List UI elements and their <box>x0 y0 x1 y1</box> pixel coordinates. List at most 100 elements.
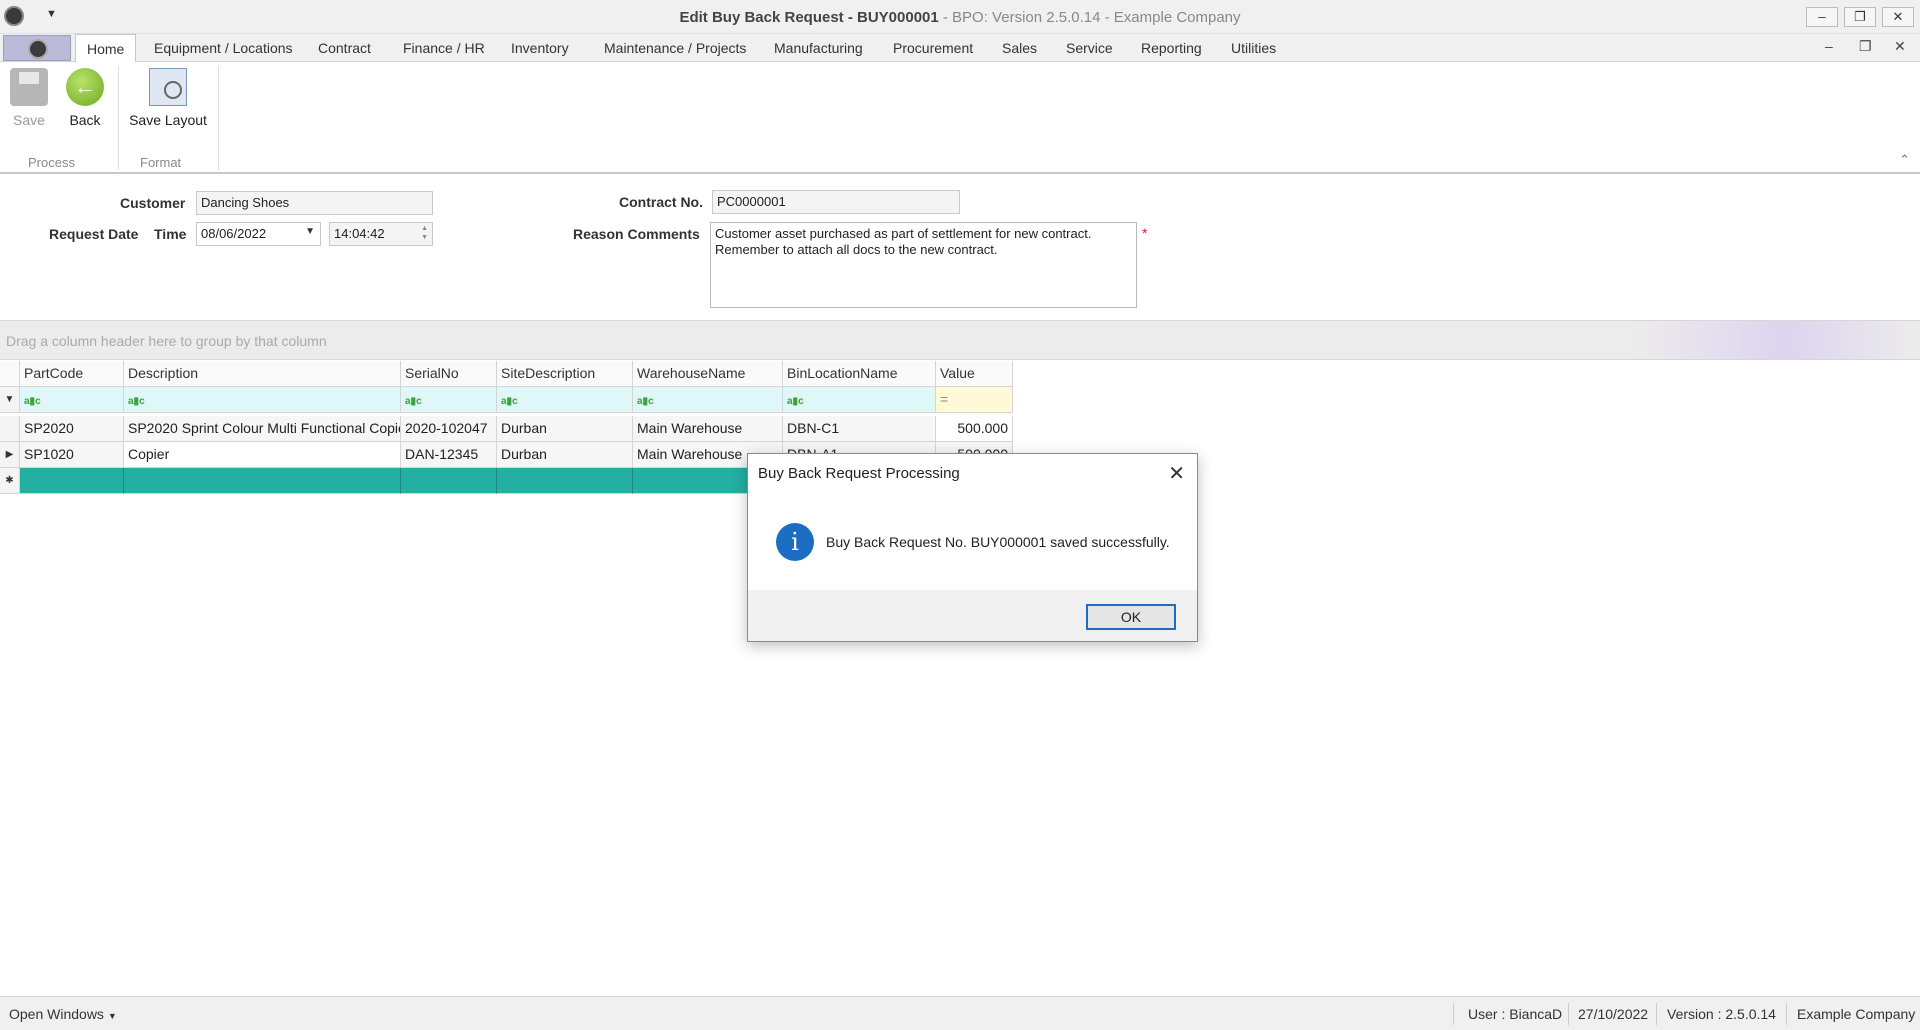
message-dialog: Buy Back Request Processing ✕ i Buy Back… <box>747 453 1198 642</box>
open-windows-label: Open Windows <box>9 1006 104 1022</box>
back-arrow-icon: ← <box>66 68 104 106</box>
chevron-down-icon[interactable]: ▼ <box>305 226 315 237</box>
time-label: Time <box>154 226 187 242</box>
cell-binlocationname[interactable]: DBN-C1 <box>783 416 936 442</box>
group-divider <box>118 66 119 170</box>
tab-procurement[interactable]: Procurement <box>893 40 973 56</box>
mdi-restore-button[interactable]: ❐ <box>1859 38 1872 55</box>
status-divider <box>1656 1003 1657 1025</box>
group-label-format: Format <box>140 155 182 170</box>
app-logo-icon <box>28 39 48 59</box>
ok-button[interactable]: OK <box>1086 604 1176 630</box>
focused-row-indicator: ▶ <box>0 442 20 468</box>
text-filter-icon: a▮c <box>501 396 518 407</box>
tab-equipment-locations[interactable]: Equipment / Locations <box>154 40 293 56</box>
text-filter-icon: a▮c <box>405 396 422 407</box>
status-date: 27/10/2022 <box>1578 1006 1649 1022</box>
tab-reporting[interactable]: Reporting <box>1141 40 1202 56</box>
save-button[interactable]: Save <box>8 68 50 128</box>
cell-sitedescription[interactable]: Durban <box>497 416 633 442</box>
grid-group-panel[interactable]: Drag a column header here to group by th… <box>0 320 1920 360</box>
tab-maintenance-projects[interactable]: Maintenance / Projects <box>604 40 746 56</box>
cell-description[interactable]: Copier <box>124 442 401 468</box>
tab-service[interactable]: Service <box>1066 40 1113 56</box>
dialog-title: Buy Back Request Processing <box>758 465 960 482</box>
column-header-serialno[interactable]: SerialNo <box>401 361 497 387</box>
tab-finance-hr[interactable]: Finance / HR <box>403 40 485 56</box>
ribbon: Save ← Back Process Save Layout Format ⌃ <box>0 62 1920 174</box>
cell-sitedescription[interactable]: Durban <box>497 442 633 468</box>
window-title: Edit Buy Back Request - BUY000001 - BPO:… <box>679 9 1241 26</box>
column-header-binlocationname[interactable]: BinLocationName <box>783 361 936 387</box>
close-icon[interactable]: ✕ <box>1168 461 1185 486</box>
filter-icon: ▼ <box>0 387 20 413</box>
group-label-process: Process <box>28 155 75 170</box>
status-divider <box>1568 1003 1569 1025</box>
time-value: 14:04:42 <box>334 226 385 241</box>
filter-cell[interactable]: a▮c <box>633 387 783 413</box>
mdi-minimize-button[interactable]: – <box>1825 38 1833 54</box>
request-date-label: Request Date <box>49 226 139 242</box>
cell-description[interactable]: SP2020 Sprint Colour Multi Functional Co… <box>124 416 401 442</box>
filter-cell-value[interactable]: = <box>936 387 1013 413</box>
restore-button[interactable]: ❐ <box>1844 7 1876 27</box>
reason-comments-line: Remember to attach all docs to the new c… <box>715 242 998 257</box>
contract-no-field[interactable]: PC0000001 <box>712 190 960 214</box>
new-row-cell[interactable] <box>124 468 401 494</box>
new-row-cell[interactable] <box>401 468 497 494</box>
group-divider <box>218 66 219 170</box>
filter-cell[interactable]: a▮c <box>783 387 936 413</box>
tab-inventory[interactable]: Inventory <box>511 40 569 56</box>
filter-cell[interactable]: a▮c <box>124 387 401 413</box>
filter-cell[interactable]: a▮c <box>497 387 633 413</box>
filter-cell[interactable]: a▮c <box>20 387 124 413</box>
status-bar: Open Windows ▼ User : BiancaD 27/10/2022… <box>0 996 1920 1030</box>
info-icon: i <box>776 523 814 561</box>
open-windows-dropdown[interactable]: Open Windows ▼ <box>9 1006 117 1022</box>
new-row-cell[interactable] <box>497 468 633 494</box>
request-date-field[interactable]: 08/06/2022 ▼ <box>196 222 321 246</box>
column-header-value[interactable]: Value <box>936 361 1013 387</box>
dialog-footer: OK <box>748 590 1197 641</box>
cell-serialno[interactable]: 2020-102047 <box>401 416 497 442</box>
title-bar: ▼ Edit Buy Back Request - BUY000001 - BP… <box>0 0 1920 34</box>
request-date-value: 08/06/2022 <box>201 226 267 241</box>
application-menu-button[interactable] <box>3 35 71 61</box>
text-filter-icon: a▮c <box>787 396 804 407</box>
column-header-sitedescription[interactable]: SiteDescription <box>497 361 633 387</box>
customer-field[interactable]: Dancing Shoes <box>196 191 433 215</box>
cell-partcode[interactable]: SP1020 <box>20 442 124 468</box>
cell-value[interactable]: 500.000 <box>936 416 1013 442</box>
tab-manufacturing[interactable]: Manufacturing <box>774 40 863 56</box>
reason-comments-label: Reason Comments <box>573 226 700 242</box>
new-row-icon: ✱ <box>0 468 20 494</box>
status-version: Version : 2.5.0.14 <box>1667 1006 1776 1022</box>
time-field[interactable]: 14:04:42 ▲ ▼ <box>329 222 433 246</box>
collapse-ribbon-icon[interactable]: ⌃ <box>1899 152 1910 168</box>
text-filter-icon: a▮c <box>637 396 654 407</box>
back-button[interactable]: ← Back <box>64 68 106 128</box>
tab-sales[interactable]: Sales <box>1002 40 1037 56</box>
chevron-down-icon: ▼ <box>107 1011 117 1021</box>
cell-serialno[interactable]: DAN-12345 <box>401 442 497 468</box>
tab-contract[interactable]: Contract <box>318 40 371 56</box>
reason-comments-field[interactable]: Customer asset purchased as part of sett… <box>710 222 1137 308</box>
row-indicator <box>0 361 20 387</box>
mdi-close-button[interactable]: ✕ <box>1894 38 1906 55</box>
minimize-button[interactable]: – <box>1806 7 1838 27</box>
column-header-warehousename[interactable]: WarehouseName <box>633 361 783 387</box>
save-layout-label: Save Layout <box>129 112 207 128</box>
column-header-partcode[interactable]: PartCode <box>20 361 124 387</box>
time-spinner-icon[interactable]: ▲ ▼ <box>421 224 428 242</box>
column-header-description[interactable]: Description <box>124 361 401 387</box>
required-indicator: * <box>1142 225 1148 241</box>
cell-partcode[interactable]: SP2020 <box>20 416 124 442</box>
cell-warehousename[interactable]: Main Warehouse <box>633 416 783 442</box>
tab-utilities[interactable]: Utilities <box>1231 40 1276 56</box>
save-disk-icon <box>10 68 48 106</box>
tab-home[interactable]: Home <box>75 34 137 63</box>
close-window-button[interactable]: ✕ <box>1882 7 1914 27</box>
new-row-cell[interactable] <box>20 468 124 494</box>
filter-cell[interactable]: a▮c <box>401 387 497 413</box>
save-layout-button[interactable]: Save Layout <box>128 68 208 128</box>
